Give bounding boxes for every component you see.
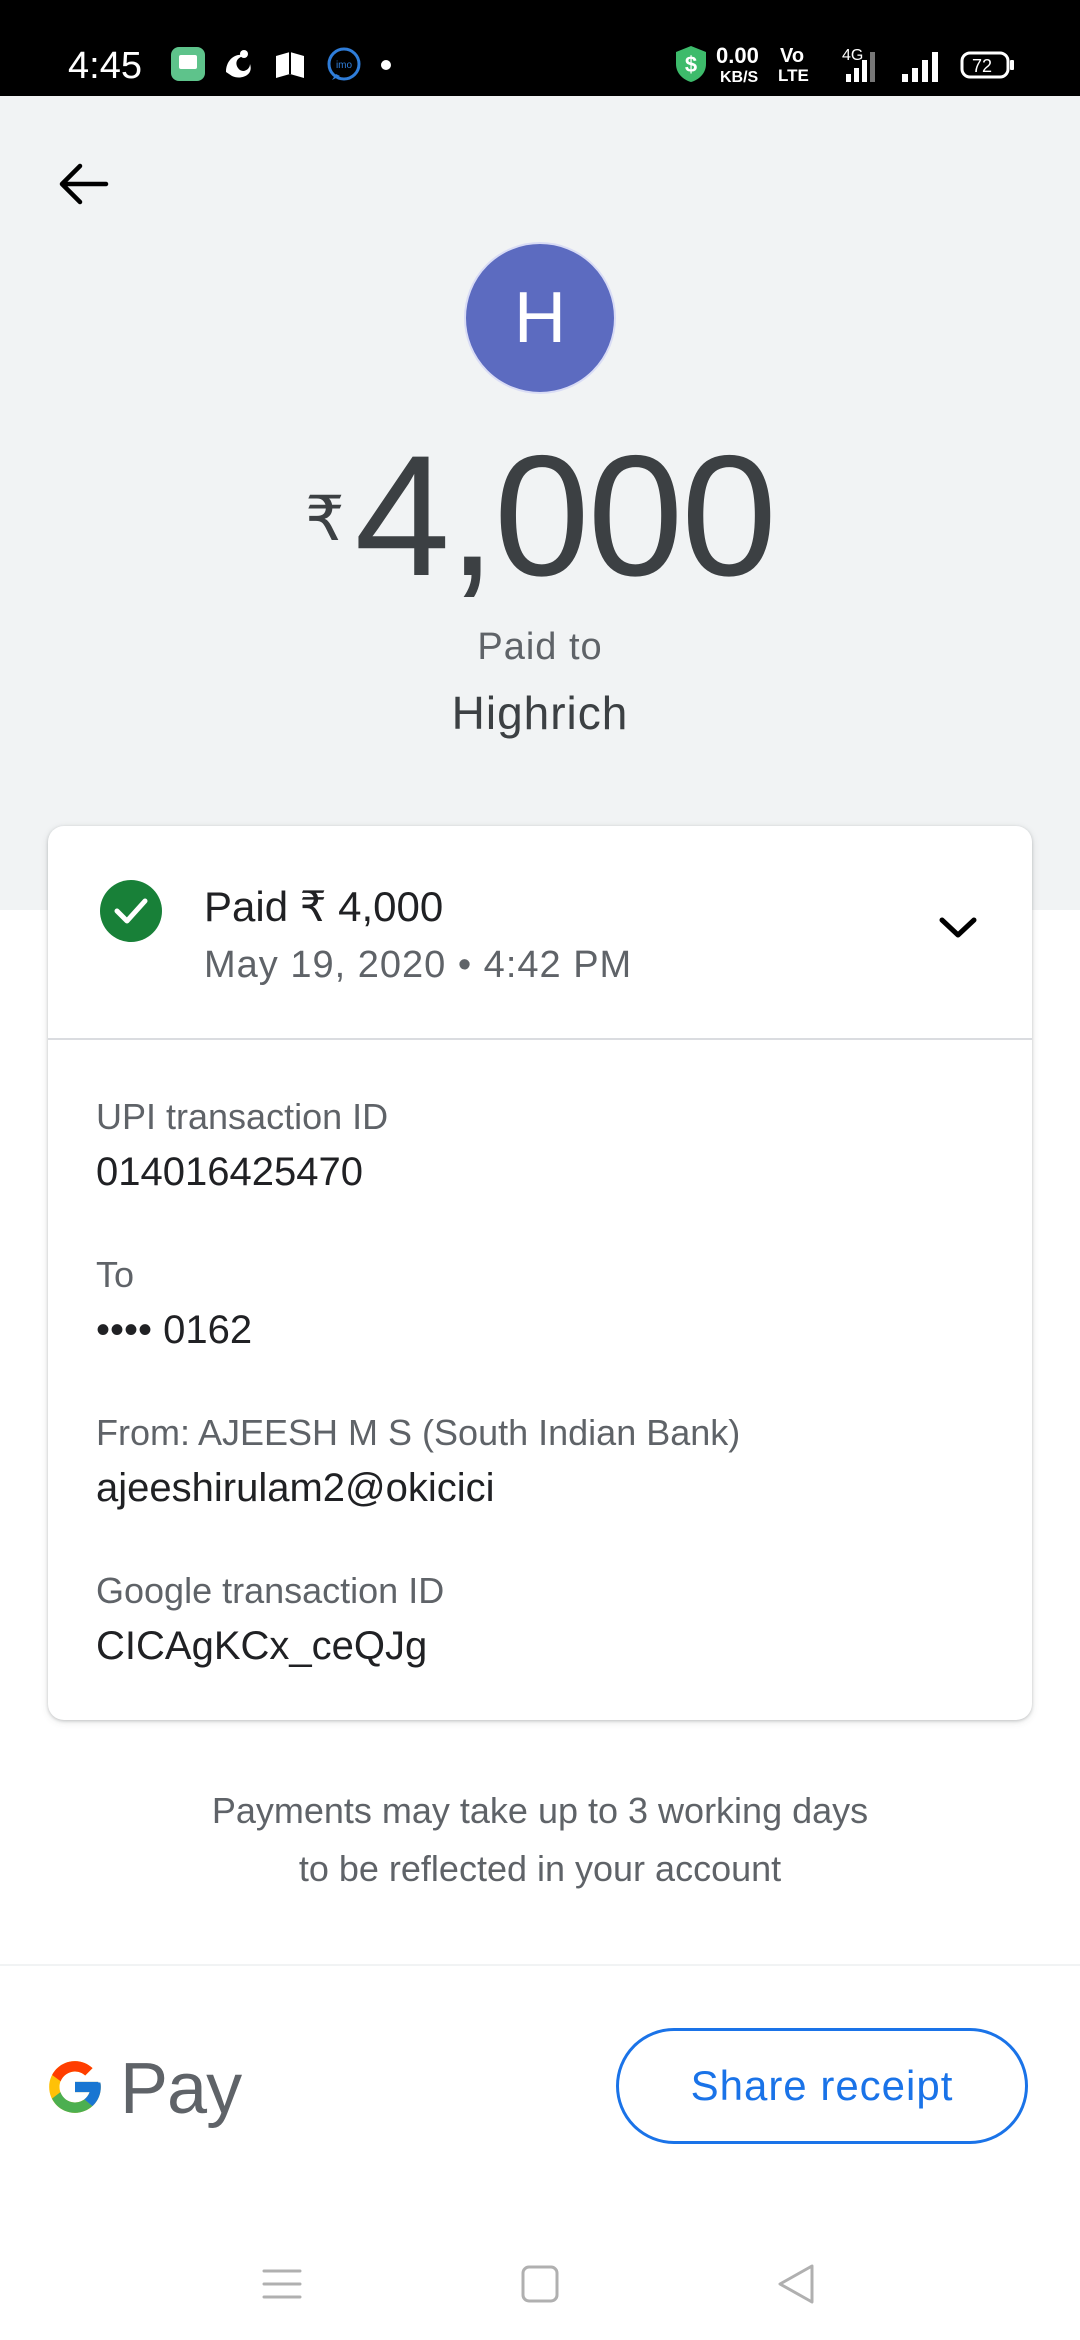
messages-icon — [170, 46, 206, 87]
back-button[interactable] — [44, 146, 124, 226]
to-account-value: •••• 0162 — [96, 1308, 253, 1352]
gpay-logo: Pay — [44, 2044, 242, 2134]
payee-name: Highrich — [451, 687, 629, 739]
avatar: H — [464, 242, 616, 394]
imo-icon: imo — [326, 46, 362, 87]
signal-icon — [842, 52, 882, 87]
status-time: 4:45 — [68, 45, 142, 87]
upi-transaction-id-value: 014016425470 — [96, 1150, 363, 1194]
volte-top: Vo — [780, 45, 805, 67]
footer-divider — [0, 1964, 1080, 1966]
net-speed-unit: KB/S — [720, 69, 759, 86]
processing-note-line1: Payments may take up to 3 working days — [211, 1790, 869, 1831]
check-circle-icon — [100, 880, 162, 942]
home-square-icon — [520, 2264, 560, 2309]
expand-details-button[interactable] — [918, 890, 998, 970]
back-triangle-icon — [776, 2262, 816, 2311]
from-upi-id-value: ajeeshirulam2@okicici — [96, 1466, 495, 1510]
processing-note: Payments may take up to 3 working days t… — [0, 1782, 1080, 1898]
home-button[interactable] — [500, 2246, 580, 2326]
card-divider — [48, 1038, 1032, 1040]
transaction-card: Paid ₹ 4,000 May 19, 2020 • 4:42 PM UPI … — [48, 826, 1032, 1720]
navigation-bar — [0, 2220, 1080, 2340]
volte-bottom: LTE — [778, 66, 809, 85]
signal-icon-2 — [900, 52, 944, 87]
google-g-icon — [44, 2056, 106, 2123]
paid-to-label: Paid to — [477, 626, 603, 668]
battery-level: 72 — [972, 56, 993, 76]
svg-text:$: $ — [685, 52, 697, 77]
news-app-icon — [272, 46, 308, 87]
payment-status-title: Paid ₹ 4,000 — [204, 883, 444, 930]
svg-text:imo: imo — [336, 60, 353, 71]
payment-datetime: May 19, 2020 • 4:42 PM — [204, 944, 633, 986]
net-speed-value: 0.00 — [716, 43, 759, 68]
security-shield-icon: $ — [674, 44, 708, 89]
gpay-logo-text: Pay — [120, 2049, 242, 2129]
chevron-down-icon — [938, 915, 978, 946]
google-transaction-id-label: Google transaction ID — [96, 1570, 445, 1611]
processing-note-line2: to be reflected in your account — [298, 1848, 782, 1889]
notification-dot-icon — [380, 58, 392, 76]
amount: ₹4,000 — [0, 430, 1080, 602]
share-receipt-button[interactable]: Share receipt — [616, 2028, 1028, 2144]
upi-transaction-id-label: UPI transaction ID — [96, 1096, 389, 1137]
status-bar: 4:45 imo $ 0.00 KB/S Vo LTE 4G 72 — [0, 0, 1080, 96]
menu-icon — [262, 2267, 302, 2306]
to-label: To — [96, 1254, 135, 1295]
uc-browser-icon — [220, 46, 256, 87]
from-label: From: AJEESH M S (South Indian Bank) — [96, 1412, 741, 1453]
google-transaction-id-value: CICAgKCx_ceQJg — [96, 1624, 428, 1668]
currency-symbol: ₹ — [305, 485, 345, 554]
arrow-back-icon — [58, 162, 110, 211]
recents-button[interactable] — [242, 2246, 322, 2326]
avatar-letter: H — [514, 278, 566, 358]
amount-value: 4,000 — [354, 420, 777, 612]
system-back-button[interactable] — [756, 2246, 836, 2326]
